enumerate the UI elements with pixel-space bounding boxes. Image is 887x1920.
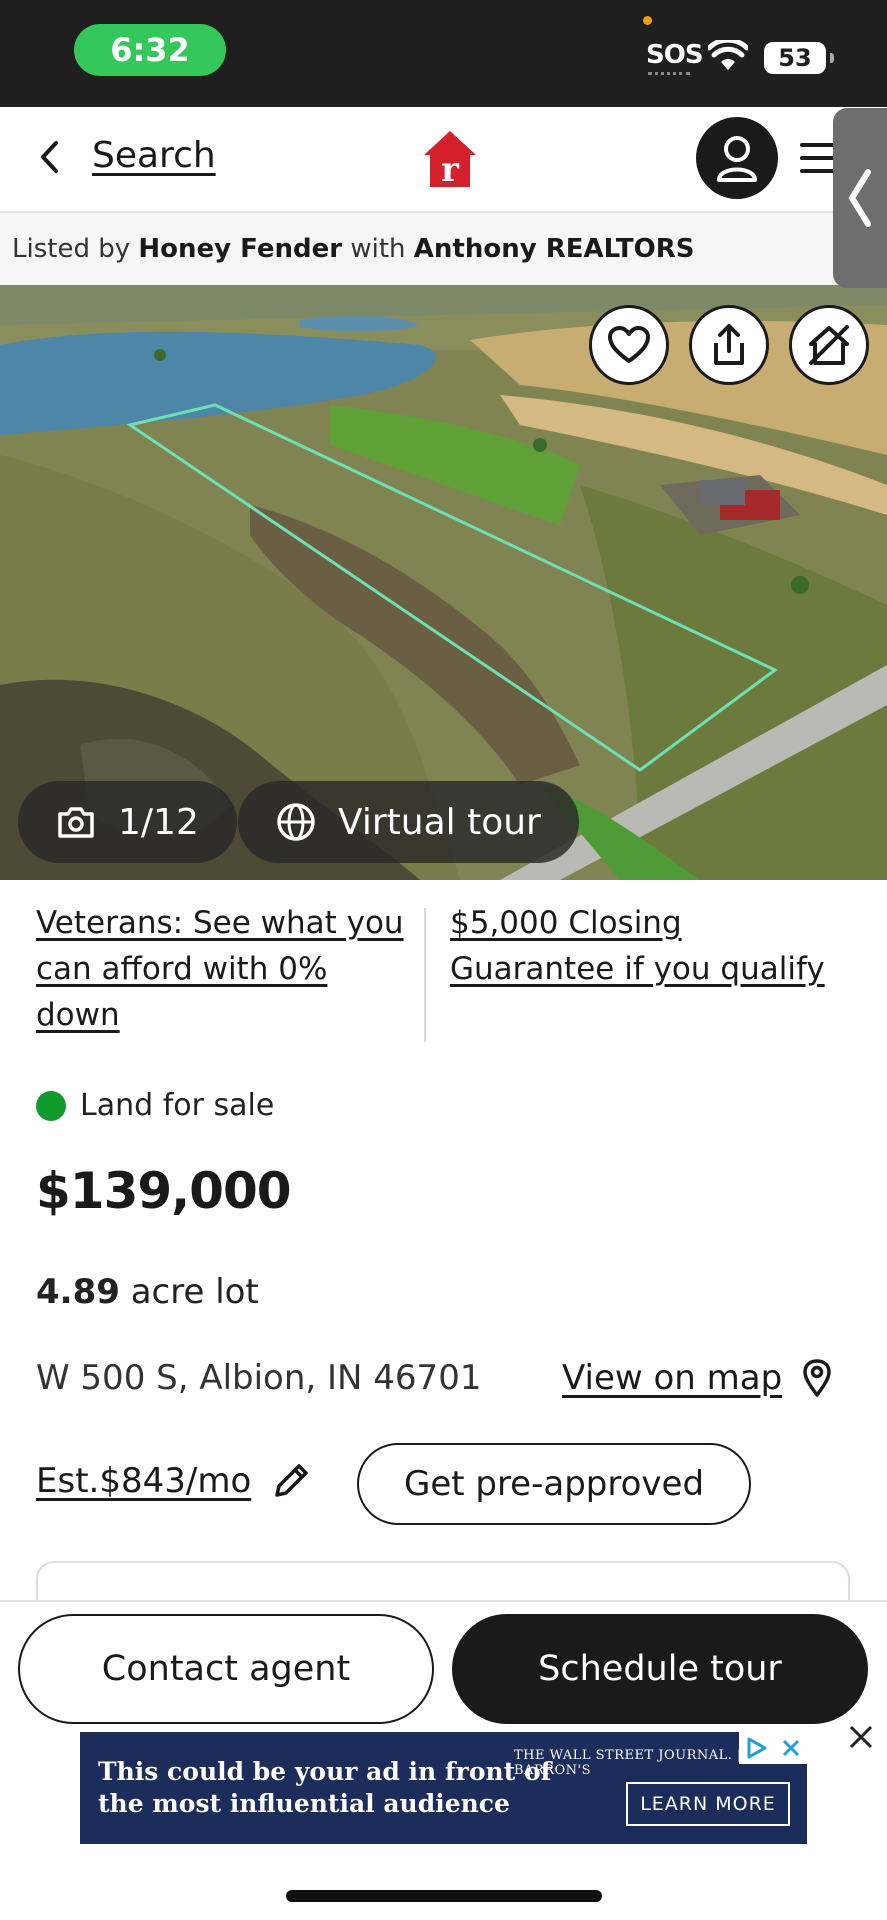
veterans-promo-link[interactable]: Veterans: See what you can afford with 0… bbox=[36, 900, 404, 1038]
hide-home-icon bbox=[809, 325, 849, 365]
ad-line: the most influential audience bbox=[98, 1789, 510, 1818]
back-chevron-icon[interactable] bbox=[36, 137, 66, 181]
map-link-label: View on map bbox=[562, 1358, 783, 1398]
promo-line: $5,000 Closing bbox=[450, 905, 682, 941]
brokerage-name: Anthony REALTORS bbox=[413, 234, 695, 264]
attribution-prefix: Listed by bbox=[12, 234, 131, 264]
schedule-tour-button[interactable]: Schedule tour bbox=[452, 1614, 868, 1724]
get-preapproved-button[interactable]: Get pre-approved bbox=[357, 1443, 751, 1525]
status-label: Land for sale bbox=[80, 1088, 275, 1123]
battery-icon: 53 bbox=[764, 42, 834, 74]
listing-address: W 500 S, Albion, IN 46701 bbox=[36, 1358, 482, 1398]
signal-dots-icon bbox=[648, 72, 690, 76]
status-dot-icon bbox=[36, 1090, 66, 1121]
attribution-joiner: with bbox=[350, 234, 406, 264]
pencil-icon bbox=[275, 1464, 308, 1497]
chevron-left-icon bbox=[848, 169, 871, 227]
ad-banner[interactable]: This could be your ad in front of the mo… bbox=[80, 1732, 807, 1844]
virtual-tour-button[interactable]: Virtual tour bbox=[238, 781, 579, 863]
ad-choices-badge[interactable] bbox=[739, 1732, 807, 1764]
listing-photo[interactable]: 1/12 Virtual tour bbox=[0, 285, 887, 880]
account-avatar-button[interactable] bbox=[696, 117, 778, 199]
top-nav: Search r bbox=[0, 107, 887, 213]
lot-size-value: 4.89 bbox=[36, 1272, 120, 1312]
hide-listing-button[interactable] bbox=[789, 305, 869, 385]
promo-line: down bbox=[36, 997, 120, 1033]
logo-letter: r bbox=[441, 150, 460, 189]
ad-copy: This could be your ad in front of the mo… bbox=[98, 1756, 551, 1820]
photo-counter-button[interactable]: 1/12 bbox=[18, 781, 237, 863]
side-panel-tab[interactable] bbox=[833, 108, 887, 288]
bottom-action-bar: Contact agent Schedule tour This could b… bbox=[0, 1600, 887, 1920]
promo-line: can afford with 0% bbox=[36, 951, 328, 987]
monthly-estimate-link[interactable]: Est.$843/mo bbox=[36, 1461, 311, 1501]
status-time: 6:32 bbox=[74, 24, 226, 76]
home-indicator bbox=[286, 1890, 602, 1902]
monthly-estimate: Est.$843/mo bbox=[36, 1461, 252, 1501]
promo-line: Guarantee if you qualify bbox=[450, 951, 825, 987]
ad-close-icon bbox=[782, 1739, 799, 1757]
listing-price: $139,000 bbox=[36, 1162, 292, 1220]
back-to-search-link[interactable]: Search bbox=[92, 135, 216, 176]
promo-line: Veterans: See what you bbox=[36, 905, 404, 941]
promo-links: Veterans: See what you can afford with 0… bbox=[0, 900, 887, 1050]
listing-attribution: Listed by Honey Fender with Anthony REAL… bbox=[0, 213, 887, 285]
favorite-button[interactable] bbox=[589, 305, 669, 385]
ad-choices-icon bbox=[747, 1737, 766, 1759]
virtual-tour-label: Virtual tour bbox=[338, 801, 541, 843]
camera-indicator-icon bbox=[643, 16, 652, 25]
ad-line: This could be your ad in front of bbox=[98, 1757, 552, 1786]
wifi-icon bbox=[708, 40, 748, 70]
dismiss-ad-button[interactable] bbox=[846, 1724, 876, 1754]
lot-size-unit: acre lot bbox=[130, 1272, 259, 1312]
closing-guarantee-link[interactable]: $5,000 Closing Guarantee if you qualify bbox=[450, 900, 825, 992]
camera-icon bbox=[58, 807, 94, 838]
globe-icon bbox=[277, 803, 315, 841]
status-bar: 6:32 SOS 53 bbox=[0, 0, 887, 107]
user-icon bbox=[717, 136, 757, 182]
share-button[interactable] bbox=[689, 305, 769, 385]
agent-name: Honey Fender bbox=[138, 234, 343, 264]
heart-icon bbox=[608, 326, 650, 363]
contact-agent-button[interactable]: Contact agent bbox=[18, 1614, 434, 1724]
carrier-label: SOS bbox=[646, 40, 704, 70]
promo-divider bbox=[424, 908, 426, 1042]
map-pin-icon bbox=[803, 1359, 831, 1397]
ad-learn-more-button[interactable]: LEARN MORE bbox=[626, 1782, 790, 1826]
share-icon bbox=[714, 324, 744, 365]
redfin-logo-icon[interactable]: r bbox=[422, 129, 478, 189]
view-on-map-link[interactable]: View on map bbox=[562, 1358, 832, 1398]
lot-size: 4.89 acre lot bbox=[36, 1272, 259, 1312]
close-icon bbox=[849, 1725, 873, 1749]
photo-actions bbox=[589, 305, 869, 385]
photo-counter: 1/12 bbox=[118, 801, 199, 843]
listing-status: Land for sale bbox=[36, 1088, 274, 1123]
